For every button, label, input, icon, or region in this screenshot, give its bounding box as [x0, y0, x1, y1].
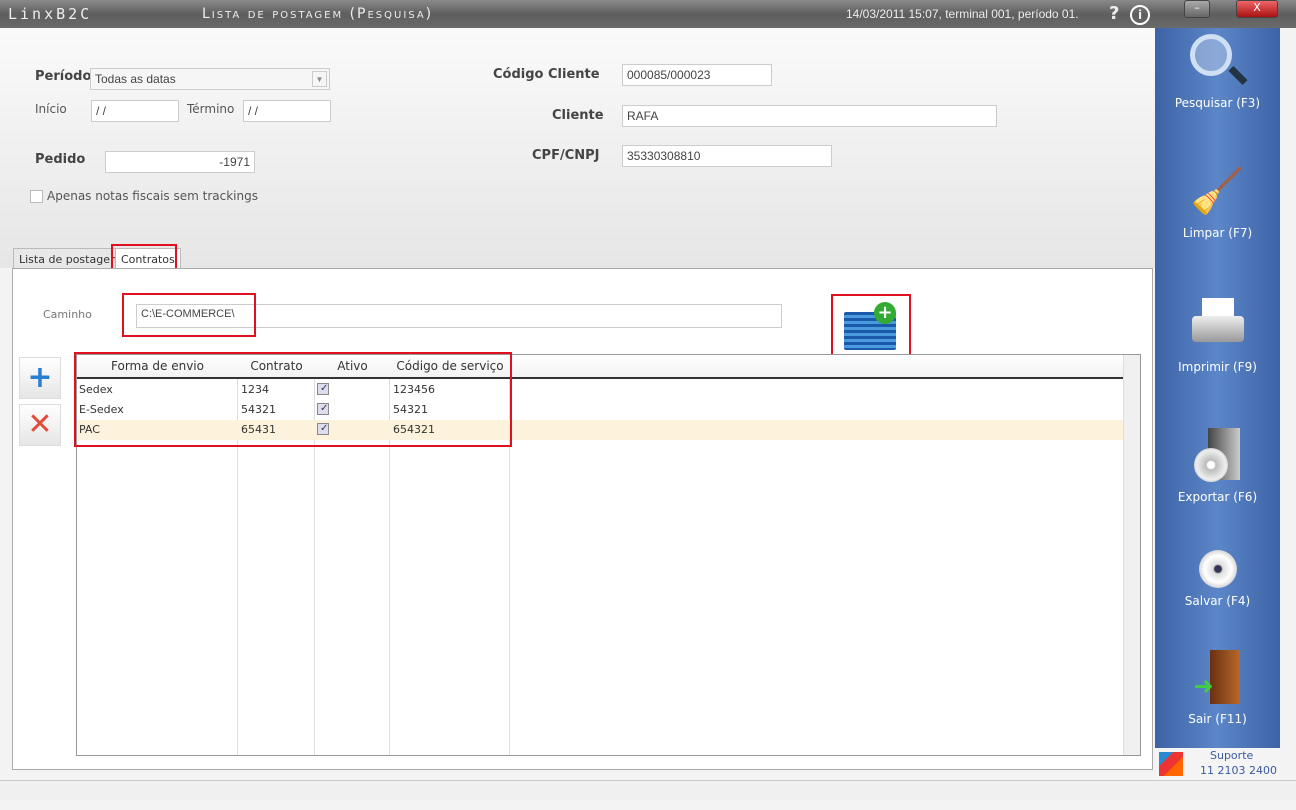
linx-logo-icon — [1159, 752, 1183, 776]
cpf-label: CPF/CNPJ — [532, 148, 600, 163]
info-icon[interactable]: i — [1130, 5, 1150, 25]
tab-lista-de-postagem[interactable]: Lista de postagem — [13, 248, 127, 268]
cell-forma: E-Sedex — [79, 403, 124, 416]
imprimir-label: Imprimir (F9) — [1178, 360, 1257, 374]
pesquisar-label: Pesquisar (F3) — [1174, 96, 1261, 110]
export-disc-icon — [1190, 428, 1246, 484]
only-nf-checkbox[interactable] — [30, 190, 43, 203]
cliente-input[interactable]: RAFA — [622, 105, 997, 127]
column-header-contrato[interactable]: Contrato — [238, 355, 315, 379]
table-row[interactable]: E-Sedex 54321 ✓ 54321 — [77, 400, 1123, 420]
pedido-input[interactable]: -1971 — [105, 151, 255, 173]
exportar-label: Exportar (F6) — [1177, 490, 1258, 504]
cell-forma: Sedex — [79, 383, 113, 396]
support-box: Suporte 11 2103 2400 — [1155, 748, 1280, 780]
table-row[interactable]: Sedex 1234 ✓ 123456 — [77, 380, 1123, 400]
limpar-label: Limpar (F7) — [1182, 226, 1253, 240]
delete-row-button[interactable]: ✕ — [19, 404, 61, 446]
sair-label: Sair (F11) — [1188, 712, 1247, 726]
limpar-button[interactable]: 🧹 Limpar (F7) — [1155, 164, 1280, 240]
codigo-cliente-input[interactable]: 000085/000023 — [622, 64, 772, 86]
caminho-input[interactable]: C:\E-COMMERCE\ — [136, 304, 782, 328]
column-header-ativo[interactable]: Ativo — [315, 355, 390, 379]
support-label: Suporte — [1210, 749, 1254, 762]
salvar-button[interactable]: Salvar (F4) — [1155, 550, 1280, 608]
action-sidebar: Pesquisar (F3) 🧹 Limpar (F7) Imprimir (F… — [1155, 28, 1280, 748]
only-nf-label: Apenas notas fiscais sem trackings — [47, 189, 258, 203]
pedido-label: Pedido — [35, 152, 86, 167]
periodo-label: Período — [35, 69, 92, 84]
status-bar — [0, 780, 1296, 800]
broom-icon: 🧹 — [1190, 166, 1245, 217]
cell-contrato: 54321 — [241, 403, 276, 416]
cell-codigo: 123456 — [393, 383, 435, 396]
column-header-forma[interactable]: Forma de envio — [77, 355, 238, 379]
periodo-value: Todas as datas — [95, 72, 176, 86]
termino-input[interactable]: / / — [243, 100, 331, 122]
plus-icon: + — [874, 302, 896, 324]
cell-forma: PAC — [79, 423, 100, 436]
vertical-scrollbar[interactable] — [1123, 355, 1140, 755]
cliente-label: Cliente — [552, 108, 604, 123]
cell-contrato: 1234 — [241, 383, 269, 396]
add-row-button[interactable]: + — [19, 357, 61, 399]
chevron-down-icon[interactable]: ▼ — [312, 71, 327, 87]
ativo-checkbox[interactable]: ✓ — [317, 423, 329, 435]
pesquisar-button[interactable]: Pesquisar (F3) — [1155, 34, 1280, 110]
ativo-checkbox[interactable]: ✓ — [317, 383, 329, 395]
printer-icon — [1190, 298, 1246, 354]
cell-codigo: 654321 — [393, 423, 435, 436]
disc-icon — [1198, 550, 1237, 588]
codigo-cliente-label: Código Cliente — [493, 67, 600, 82]
minimize-button[interactable]: – — [1184, 0, 1210, 18]
sair-button[interactable]: ➜ Sair (F11) — [1155, 650, 1280, 726]
session-info: 14/03/2011 15:07, terminal 001, período … — [846, 7, 1079, 21]
table-row-selected[interactable]: PAC 65431 ✓ 654321 — [77, 420, 1123, 440]
inicio-input[interactable]: / / — [91, 100, 179, 122]
add-folder-button[interactable]: + — [844, 302, 898, 350]
exportar-button[interactable]: Exportar (F6) — [1155, 428, 1280, 504]
support-phone: 11 2103 2400 — [1200, 764, 1277, 777]
delete-x-icon: ✕ — [27, 407, 53, 442]
tab-contratos[interactable]: Contratos — [115, 248, 181, 268]
window-title: Lista de postagem (Pesquisa) — [202, 6, 434, 22]
exit-door-icon: ➜ — [1190, 650, 1246, 706]
cpf-input[interactable]: 35330308810 — [622, 145, 832, 167]
close-button[interactable]: X — [1236, 0, 1278, 18]
ativo-checkbox[interactable]: ✓ — [317, 403, 329, 415]
help-icon[interactable]: ? — [1109, 3, 1119, 24]
termino-label: Término — [187, 102, 235, 116]
contratos-grid: Forma de envio Contrato Ativo Código de … — [76, 354, 1141, 756]
plus-icon: + — [27, 360, 53, 395]
imprimir-button[interactable]: Imprimir (F9) — [1155, 298, 1280, 374]
title-bar: LinxB2C Lista de postagem (Pesquisa) 14/… — [0, 0, 1296, 28]
salvar-label: Salvar (F4) — [1184, 594, 1251, 608]
cell-contrato: 65431 — [241, 423, 276, 436]
caminho-label: Caminho — [43, 308, 92, 321]
inicio-label: Início — [35, 102, 67, 116]
periodo-select[interactable]: Todas as datas ▼ — [90, 68, 330, 90]
magnifier-icon — [1189, 34, 1248, 90]
app-name: LinxB2C — [8, 5, 93, 23]
column-header-empty — [510, 355, 1124, 379]
column-header-codigo[interactable]: Código de serviço — [390, 355, 510, 379]
cell-codigo: 54321 — [393, 403, 428, 416]
